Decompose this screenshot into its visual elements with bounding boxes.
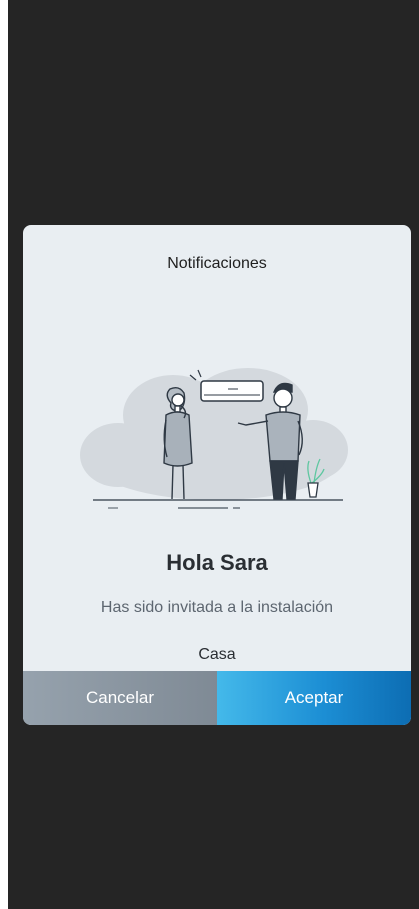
installation-name: Casa: [198, 646, 236, 663]
cancel-button[interactable]: Cancelar: [23, 671, 217, 725]
accept-button[interactable]: Aceptar: [217, 671, 411, 725]
greeting-heading: Hola Sara: [166, 550, 268, 575]
screen-backdrop: Notificaciones Hola Sara Has sido invita…: [8, 0, 419, 909]
dialog-actions: Cancelar Aceptar: [23, 671, 411, 725]
invitation-message: Has sido invitada a la instalación: [100, 599, 334, 616]
notification-dialog: Notificaciones Hola Sara Has sido invita…: [23, 225, 411, 725]
dialog-title: Notificaciones: [167, 255, 267, 272]
air-conditioner-illustration: [80, 368, 348, 509]
